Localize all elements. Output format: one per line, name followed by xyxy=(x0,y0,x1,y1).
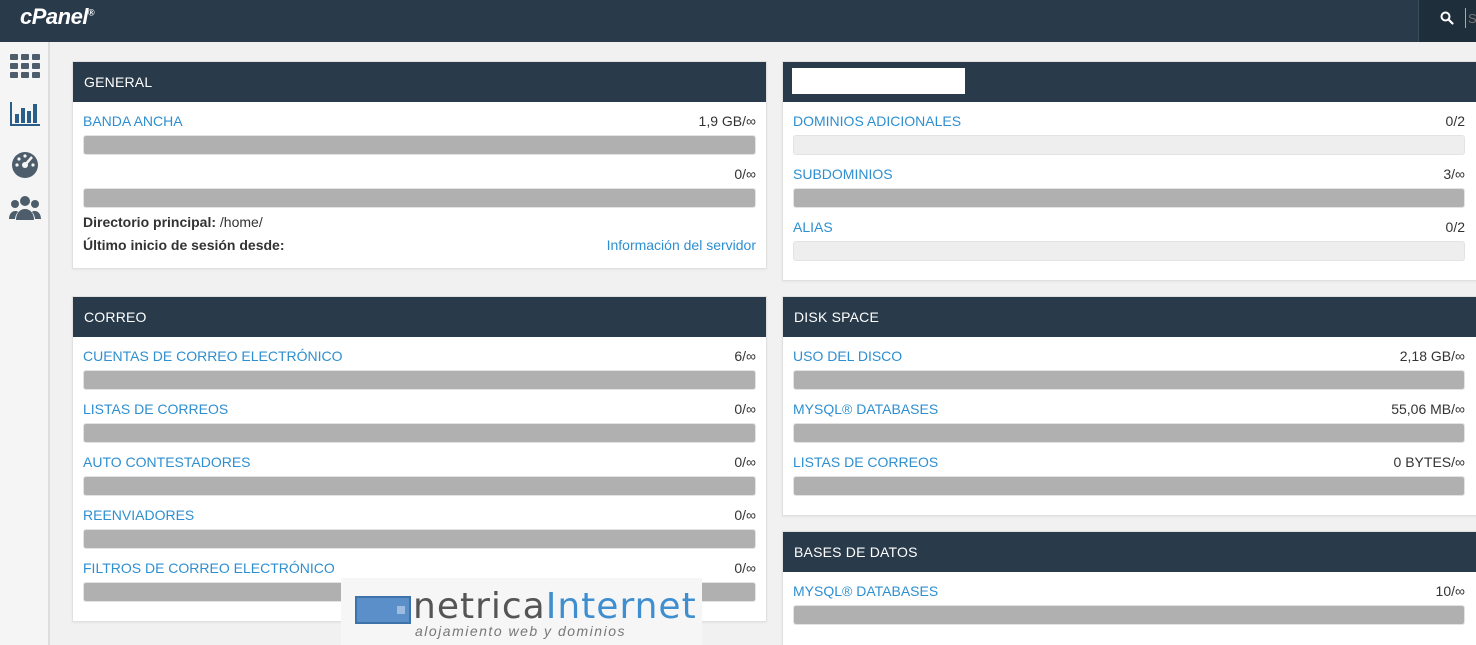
disk-usage-link[interactable]: USO DEL DISCO xyxy=(793,348,902,364)
addon-domains-link[interactable]: DOMINIOS ADICIONALES xyxy=(793,113,961,129)
stat-value: 55,06 MB/∞ xyxy=(1391,401,1465,417)
forwarders-link[interactable]: REENVIADORES xyxy=(83,507,194,523)
progress-bar xyxy=(793,241,1465,261)
progress-bar-fill xyxy=(84,189,755,207)
users-icon[interactable] xyxy=(9,194,41,222)
bandwidth-link[interactable]: BANDA ANCHA xyxy=(83,113,183,129)
watermark-logo: netricaInternet alojamiento web y domini… xyxy=(341,578,702,645)
progress-bar xyxy=(793,476,1465,496)
progress-bar xyxy=(83,370,756,390)
progress-bar-fill xyxy=(794,424,1464,442)
progress-bar-fill xyxy=(794,477,1464,495)
progress-bar-fill xyxy=(794,606,1464,624)
progress-bar xyxy=(793,423,1465,443)
progress-bar xyxy=(793,135,1465,155)
top-bar: cPanel® xyxy=(0,0,1476,42)
stat-value: 0 BYTES/∞ xyxy=(1393,454,1465,470)
sidebar xyxy=(0,42,50,645)
stat-value: 0/2 xyxy=(1445,113,1465,129)
panel-title: GENERAL xyxy=(73,62,766,102)
server-info-link[interactable]: Información del servidor xyxy=(607,237,756,253)
aliases-link[interactable]: ALIAS xyxy=(793,219,833,235)
brand-name: netricaInternet xyxy=(413,586,697,627)
progress-bar-fill xyxy=(84,136,755,154)
cpanel-logo[interactable]: cPanel® xyxy=(20,4,95,30)
stat-value: 2,18 GB/∞ xyxy=(1399,348,1465,364)
panel-title: DISK SPACE xyxy=(783,297,1476,337)
mailing-lists-link[interactable]: LISTAS DE CORREOS xyxy=(793,454,938,470)
stat-value: 0/∞ xyxy=(734,454,756,470)
stats-chart-icon[interactable] xyxy=(9,100,41,128)
stat-value: 6/∞ xyxy=(734,348,756,364)
search-icon[interactable] xyxy=(1440,11,1454,25)
dashboard-gauge-icon[interactable] xyxy=(9,150,41,178)
search-input[interactable] xyxy=(1465,8,1476,28)
home-directory: Directorio principal: /home/ xyxy=(83,214,263,230)
redacted-block xyxy=(792,68,965,94)
general-panel: GENERAL BANDA ANCHA 1,9 GB/∞ 0/∞ Directo… xyxy=(72,61,767,269)
progress-bar-fill xyxy=(84,530,755,548)
mailing-lists-link[interactable]: LISTAS DE CORREOS xyxy=(83,401,228,417)
brand-mark-icon xyxy=(355,596,411,624)
databases-panel: BASES DE DATOS MYSQL® DATABASES 10/∞ xyxy=(782,531,1476,645)
stat-value: 0/2 xyxy=(1445,219,1465,235)
progress-bar-fill xyxy=(84,477,755,495)
progress-bar-fill xyxy=(84,371,755,389)
email-filters-link[interactable]: FILTROS DE CORREO ELECTRÓNICO xyxy=(83,560,335,576)
panel-title: BASES DE DATOS xyxy=(783,532,1476,572)
email-panel: CORREO CUENTAS DE CORREO ELECTRÓNICO 6/∞… xyxy=(72,296,767,622)
brand-tagline: alojamiento web y dominios xyxy=(415,623,626,639)
progress-bar xyxy=(83,135,756,155)
stat-value: 1,9 GB/∞ xyxy=(698,113,756,129)
mysql-databases-link[interactable]: MYSQL® DATABASES xyxy=(793,401,938,417)
stat-value: 10/∞ xyxy=(1435,583,1465,599)
stat-value: 0/∞ xyxy=(734,401,756,417)
search-area xyxy=(1418,0,1476,42)
progress-bar xyxy=(793,605,1465,625)
panel-title xyxy=(783,62,1476,102)
stat-value: 0/∞ xyxy=(734,560,756,576)
last-login: Último inicio de sesión desde: xyxy=(83,237,285,253)
progress-bar xyxy=(793,370,1465,390)
stat-value: 0/∞ xyxy=(734,507,756,523)
email-accounts-link[interactable]: CUENTAS DE CORREO ELECTRÓNICO xyxy=(83,348,343,364)
progress-bar-fill xyxy=(794,371,1464,389)
grid-icon[interactable] xyxy=(9,52,41,80)
progress-bar-fill xyxy=(794,189,1464,207)
stat-value: 0/∞ xyxy=(734,166,756,182)
progress-bar-fill xyxy=(84,424,755,442)
progress-bar xyxy=(83,423,756,443)
subdomains-link[interactable]: SUBDOMINIOS xyxy=(793,166,893,182)
mysql-databases-link[interactable]: MYSQL® DATABASES xyxy=(793,583,938,599)
progress-bar xyxy=(83,529,756,549)
disk-space-panel: DISK SPACE USO DEL DISCO 2,18 GB/∞ MYSQL… xyxy=(782,296,1476,516)
domains-panel: DOMINIOS ADICIONALES 0/2 SUBDOMINIOS 3/∞… xyxy=(782,61,1476,281)
progress-bar xyxy=(793,188,1465,208)
progress-bar xyxy=(83,476,756,496)
progress-bar xyxy=(83,188,756,208)
panel-title: CORREO xyxy=(73,297,766,337)
autoresponders-link[interactable]: AUTO CONTESTADORES xyxy=(83,454,251,470)
stat-value: 3/∞ xyxy=(1443,166,1465,182)
